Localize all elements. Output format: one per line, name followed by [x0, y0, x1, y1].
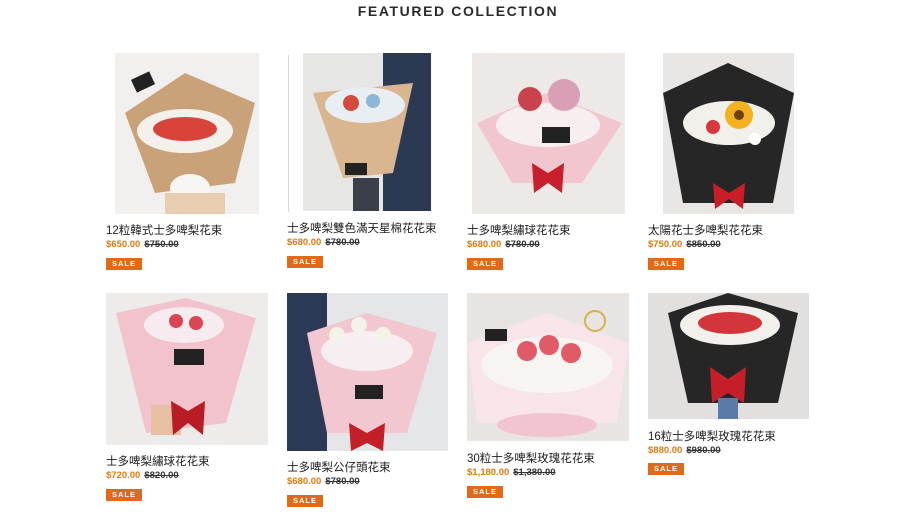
sale-price: $680.00	[467, 239, 502, 250]
product-name[interactable]: 16粒士多啤梨玫瑰花花束	[648, 430, 776, 444]
product-name[interactable]: 30粒士多啤梨玫瑰花花束	[467, 452, 595, 466]
product-image[interactable]	[303, 53, 431, 211]
product-prices: $750.00 $850.00	[648, 239, 721, 251]
product-name[interactable]: 士多啤梨繡球花花束	[106, 455, 210, 469]
product-prices: $680.00 $780.00	[287, 476, 360, 488]
divider	[288, 55, 289, 212]
sale-price: $880.00	[648, 445, 683, 456]
product-name[interactable]: 士多啤梨雙色滿天星棉花花束	[287, 222, 437, 236]
product-image[interactable]	[472, 53, 625, 214]
sale-badge: SALE	[648, 258, 684, 270]
product-image[interactable]	[287, 293, 448, 451]
original-price: $780.00	[505, 239, 540, 250]
product-image[interactable]	[115, 53, 259, 214]
sale-badge: SALE	[648, 463, 684, 475]
sale-badge: SALE	[287, 256, 323, 268]
product-image[interactable]	[663, 53, 794, 214]
product-prices: $680.00 $780.00	[467, 239, 540, 251]
product-image[interactable]	[648, 293, 809, 419]
original-price: $780.00	[325, 237, 360, 248]
sale-price: $720.00	[106, 470, 141, 481]
original-price: $780.00	[325, 476, 360, 487]
sale-badge: SALE	[467, 486, 503, 498]
product-prices: $1,180.00 $1,380.00	[467, 467, 556, 479]
product-image[interactable]	[106, 293, 268, 445]
original-price: $750.00	[144, 239, 179, 250]
sale-badge: SALE	[106, 258, 142, 270]
original-price: $850.00	[686, 239, 721, 250]
product-name[interactable]: 12粒韓式士多啤梨花束	[106, 224, 222, 238]
product-prices: $880.00 $980.00	[648, 445, 721, 457]
sale-badge: SALE	[467, 258, 503, 270]
product-name[interactable]: 太陽花士多啤梨花花束	[648, 224, 763, 238]
section-title: FEATURED COLLECTION	[357, 3, 559, 19]
product-prices: $650.00 $750.00	[106, 239, 179, 251]
product-prices: $720.00 $820.00	[106, 470, 179, 482]
sale-badge: SALE	[287, 495, 323, 507]
original-price: $820.00	[144, 470, 179, 481]
original-price: $1,380.00	[513, 467, 556, 478]
sale-badge: SALE	[106, 489, 142, 501]
sale-price: $650.00	[106, 239, 141, 250]
product-prices: $680.00 $780.00	[287, 237, 360, 249]
product-name[interactable]: 士多啤梨繡球花花束	[467, 224, 571, 238]
sale-price: $1,180.00	[467, 467, 510, 478]
product-image[interactable]	[467, 293, 629, 441]
sale-price: $750.00	[648, 239, 683, 250]
original-price: $980.00	[686, 445, 721, 456]
sale-price: $680.00	[287, 476, 322, 487]
product-name[interactable]: 士多啤梨公仔頭花束	[287, 461, 391, 475]
sale-price: $680.00	[287, 237, 322, 248]
